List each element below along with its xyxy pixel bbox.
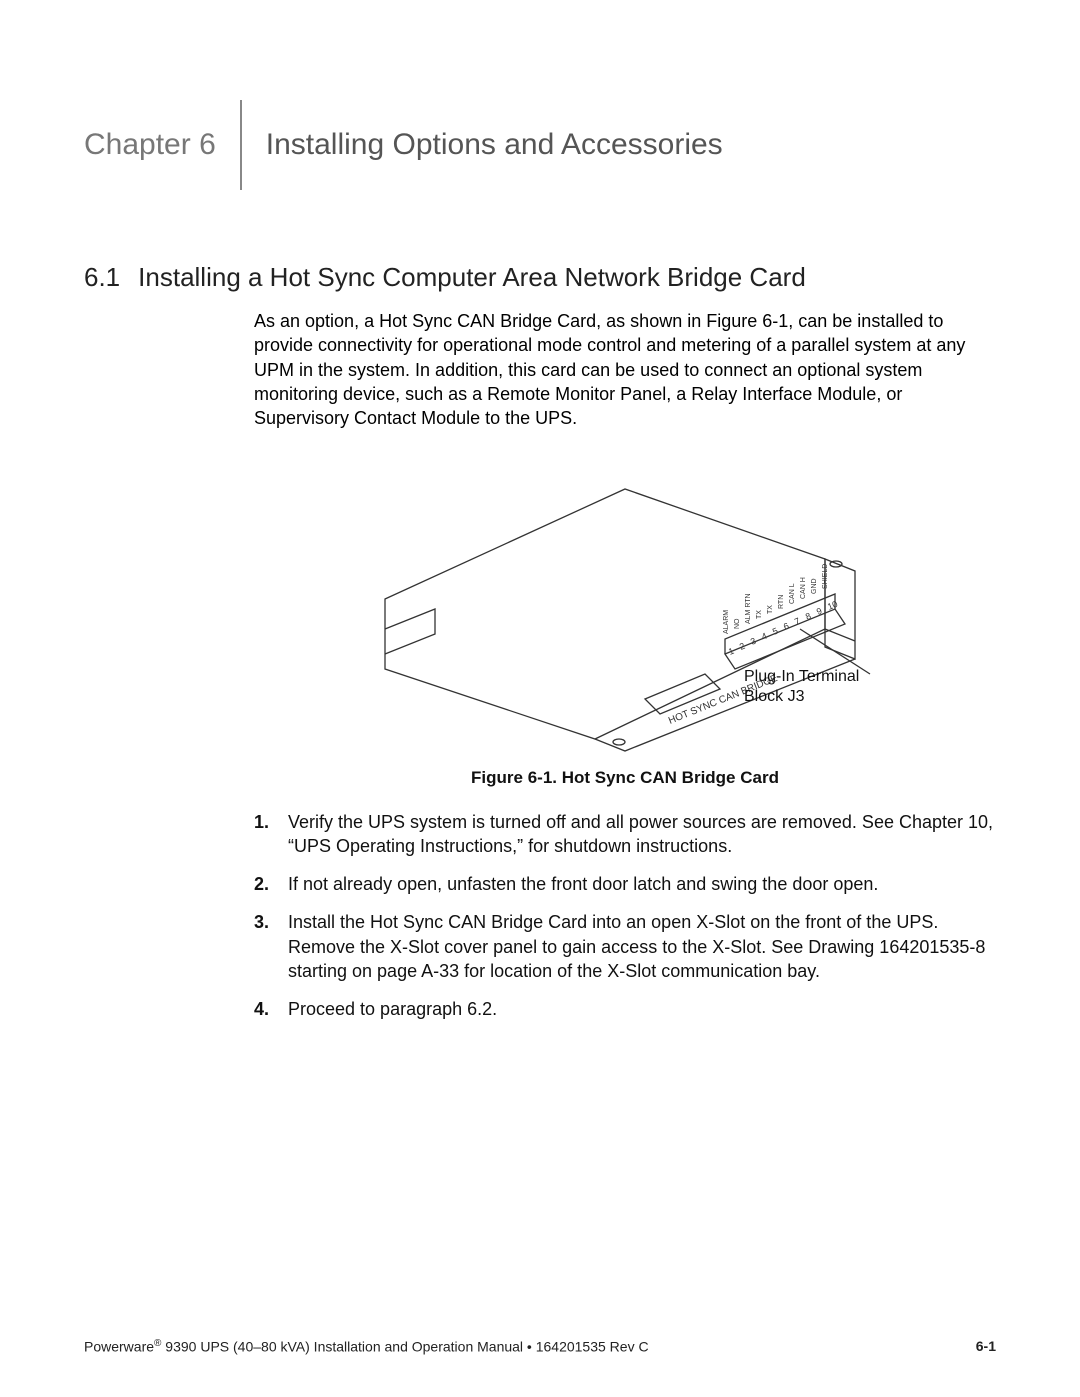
section-title: Installing a Hot Sync Computer Area Netw… (138, 260, 996, 295)
svg-text:ALARM: ALARM (723, 609, 730, 633)
svg-text:GND: GND (811, 578, 818, 594)
footer-doc: 9390 UPS (40–80 kVA) Installation and Op… (161, 1339, 648, 1355)
signal-labels: ALARM NO ALM RTN TX TX RTN CAN L CAN H G… (723, 563, 829, 633)
step-text: Install the Hot Sync CAN Bridge Card int… (288, 910, 996, 983)
svg-text:RTN: RTN (778, 594, 785, 608)
figure-caption: Figure 6-1. Hot Sync CAN Bridge Card (254, 767, 996, 790)
svg-text:SHIELD: SHIELD (822, 563, 829, 588)
callout-plug-in-terminal: Plug-In Terminal Block J3 (744, 667, 859, 707)
svg-text:9: 9 (815, 605, 823, 616)
chapter-label: Chapter 6 (84, 100, 242, 190)
svg-text:10: 10 (826, 598, 839, 611)
step-number: 1. (254, 810, 276, 859)
step-number: 4. (254, 997, 276, 1021)
bridge-card-drawing: HOT SYNC CAN BRIDGE 1 2 3 4 5 6 7 8 9 10… (325, 449, 925, 759)
section-body: As an option, a Hot Sync CAN Bridge Card… (254, 309, 996, 1022)
svg-text:TX: TX (756, 609, 763, 618)
footer-brand: Powerware (84, 1339, 154, 1355)
svg-text:CAN L: CAN L (789, 583, 796, 604)
section-number: 6.1 (84, 260, 120, 295)
step-1: 1. Verify the UPS system is turned off a… (254, 810, 996, 859)
intro-paragraph: As an option, a Hot Sync CAN Bridge Card… (254, 309, 996, 430)
chapter-title: Installing Options and Accessories (242, 100, 723, 190)
install-steps: 1. Verify the UPS system is turned off a… (254, 810, 996, 1022)
step-4: 4. Proceed to paragraph 6.2. (254, 997, 996, 1021)
svg-text:TX: TX (767, 604, 774, 613)
svg-text:1: 1 (727, 645, 735, 656)
callout-line-1: Plug-In Terminal (744, 668, 859, 685)
step-2: 2. If not already open, unfasten the fro… (254, 872, 996, 896)
page-number: 6-1 (976, 1337, 996, 1357)
svg-text:CAN H: CAN H (800, 577, 807, 599)
svg-text:ALM RTN: ALM RTN (745, 593, 752, 624)
step-text: If not already open, unfasten the front … (288, 872, 996, 896)
step-text: Verify the UPS system is turned off and … (288, 810, 996, 859)
footer-left: Powerware® 9390 UPS (40–80 kVA) Installa… (84, 1337, 649, 1357)
svg-text:NO: NO (734, 618, 741, 629)
step-number: 3. (254, 910, 276, 983)
figure-6-1: HOT SYNC CAN BRIDGE 1 2 3 4 5 6 7 8 9 10… (254, 449, 996, 790)
callout-line-2: Block J3 (744, 688, 804, 705)
page: Chapter 6 Installing Options and Accesso… (0, 0, 1080, 1397)
step-text: Proceed to paragraph 6.2. (288, 997, 996, 1021)
chapter-header: Chapter 6 Installing Options and Accesso… (84, 100, 996, 190)
step-number: 2. (254, 872, 276, 896)
svg-text:8: 8 (804, 610, 812, 621)
page-footer: Powerware® 9390 UPS (40–80 kVA) Installa… (84, 1337, 996, 1357)
step-3: 3. Install the Hot Sync CAN Bridge Card … (254, 910, 996, 983)
section-heading: 6.1 Installing a Hot Sync Computer Area … (84, 260, 996, 295)
